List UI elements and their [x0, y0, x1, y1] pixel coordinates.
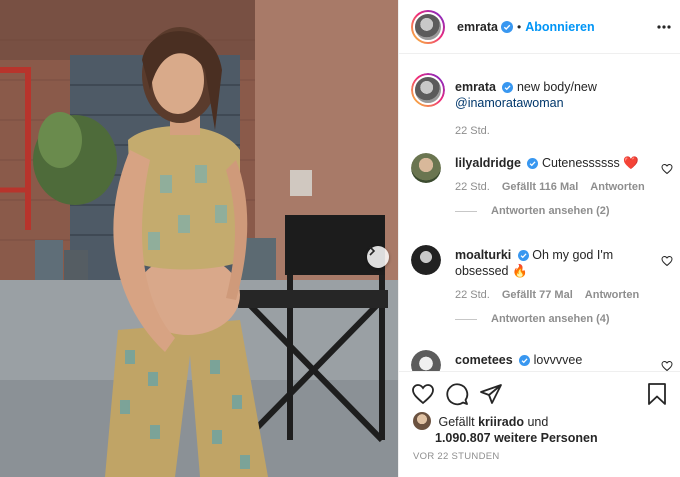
comment-item: moalturki Oh my god I'm obsessed 🔥 22 St…	[411, 245, 673, 325]
comment-avatar[interactable]	[411, 350, 441, 371]
heart-icon[interactable]	[411, 382, 435, 406]
comments-list: emrata new body/new @inamoratawoman 22 S…	[399, 55, 680, 371]
verified-badge-icon	[519, 355, 531, 366]
header-separator: •	[517, 19, 522, 34]
comment-reply-button[interactable]: Antworten	[585, 289, 639, 301]
comment-like-heart-icon[interactable]	[661, 163, 673, 175]
fire-emoji-icon: 🔥	[512, 264, 528, 278]
heart-emoji-icon: ❤️	[623, 156, 639, 170]
comment-icon[interactable]	[445, 382, 469, 406]
caption: emrata new body/new @inamoratawoman 22 S…	[411, 73, 673, 137]
caption-time: 22 Std.	[455, 125, 490, 137]
likes-prefix: Gefällt	[438, 415, 475, 429]
caption-text: new body/new	[516, 80, 597, 94]
comment-avatar[interactable]	[411, 153, 441, 183]
view-replies-button[interactable]: Antworten ansehen (4)	[455, 313, 673, 325]
post-sidebar: emrata • Abonnieren emrata new body/new …	[398, 0, 680, 477]
comment-text: lovvvvee	[533, 353, 583, 367]
comment-likes[interactable]: Gefällt 77 Mal	[502, 289, 573, 301]
caption-mention[interactable]: @inamoratawoman	[455, 96, 564, 110]
verified-badge-icon	[527, 158, 539, 169]
photo-scene	[0, 0, 398, 477]
comment-item: lilyaldridge Cutenessssss ❤️ 22 Std. Gef…	[411, 153, 673, 217]
view-replies-label: Antworten ansehen (2)	[491, 205, 610, 217]
more-options-icon[interactable]	[656, 19, 672, 35]
post-header: emrata • Abonnieren	[399, 0, 680, 54]
view-replies-button[interactable]: Antworten ansehen (2)	[455, 205, 673, 217]
next-photo-button[interactable]	[367, 246, 389, 268]
comment-like-heart-icon[interactable]	[661, 360, 673, 371]
view-replies-label: Antworten ansehen (4)	[491, 313, 610, 325]
comment-username[interactable]: lilyaldridge	[455, 156, 521, 170]
liker-avatar[interactable]	[413, 412, 431, 430]
verified-badge-icon	[501, 20, 513, 33]
comment-avatar[interactable]	[411, 245, 441, 275]
comment-likes[interactable]: Gefällt 116 Mal	[502, 181, 578, 193]
comment-item: cometees lovvvvee	[411, 350, 673, 371]
comment-time: 22 Std.	[455, 289, 490, 301]
author-avatar[interactable]	[411, 9, 445, 44]
likes-conj: und	[527, 415, 549, 429]
post-actions: Gefällt kriirado und 1.090.807 weitere P…	[399, 371, 680, 477]
comment-reply-button[interactable]: Antworten	[590, 181, 644, 193]
comment-like-heart-icon[interactable]	[661, 255, 673, 267]
post-timestamp[interactable]: VOR 22 STUNDEN	[413, 451, 500, 462]
likes-count[interactable]: 1.090.807 weitere Personen	[435, 431, 598, 445]
caption-avatar[interactable]	[411, 73, 445, 107]
comment-username[interactable]: cometees	[455, 353, 513, 367]
chevron-right-icon	[369, 246, 376, 256]
comment-username[interactable]: moalturki	[455, 248, 511, 262]
action-icons	[411, 382, 668, 406]
post-photo	[0, 0, 398, 477]
comment-time: 22 Std.	[455, 181, 490, 193]
likes-summary: Gefällt kriirado und 1.090.807 weitere P…	[413, 412, 673, 446]
share-icon[interactable]	[479, 382, 503, 406]
author-username[interactable]: emrata	[457, 20, 498, 34]
caption-username[interactable]: emrata	[455, 80, 496, 94]
bookmark-icon[interactable]	[646, 382, 668, 406]
verified-badge-icon	[502, 82, 514, 93]
follow-button[interactable]: Abonnieren	[525, 20, 594, 34]
comment-text: Cutenessssss	[541, 156, 620, 170]
verified-badge-icon	[517, 250, 529, 261]
liker-username[interactable]: kriirado	[478, 415, 524, 429]
